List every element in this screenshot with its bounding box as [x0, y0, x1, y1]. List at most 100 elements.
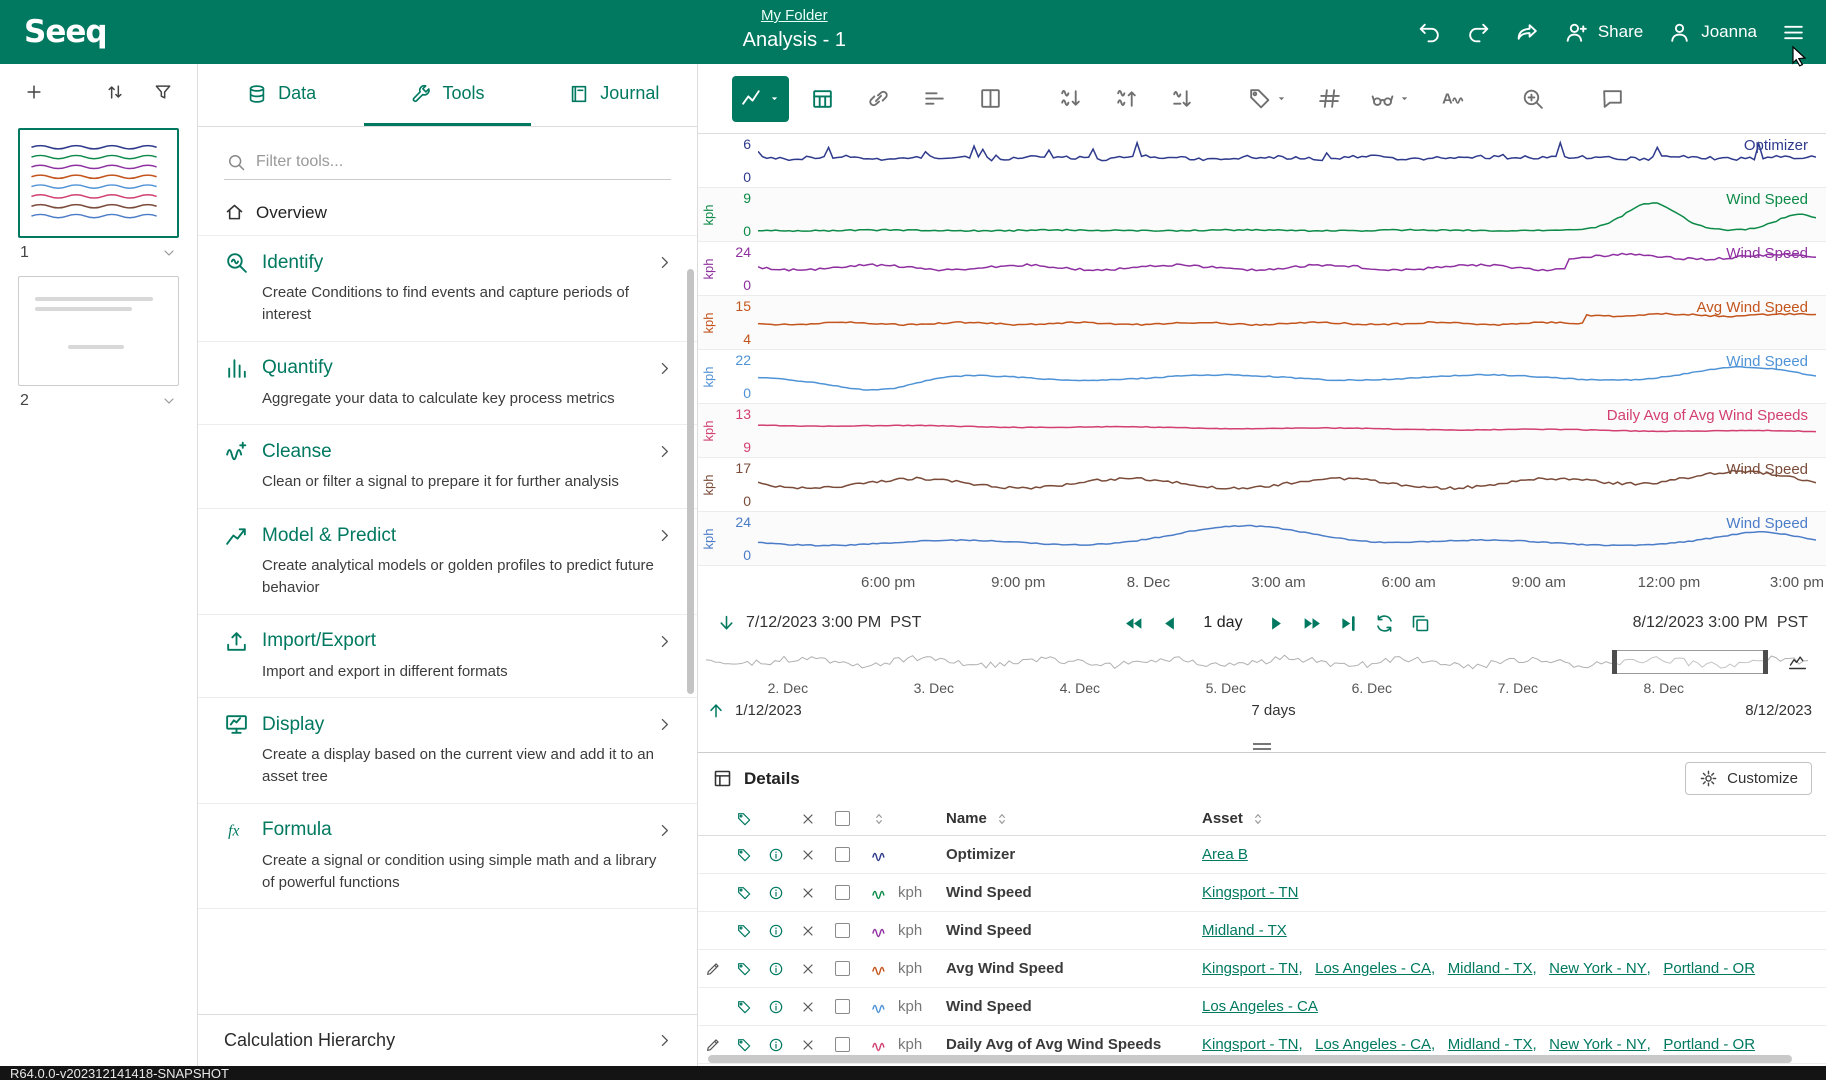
info-icon[interactable] [768, 885, 784, 901]
asset-link[interactable]: Midland - TX [1202, 922, 1287, 939]
skip-to-end-button[interactable] [1338, 613, 1359, 634]
pencil-icon[interactable] [705, 961, 721, 977]
user-menu[interactable]: Joanna [1667, 20, 1757, 45]
capsule-link-button[interactable] [855, 76, 901, 122]
chevron-down-icon[interactable] [161, 393, 177, 409]
tool-model-predict[interactable]: Model & PredictCreate analytical models … [198, 509, 697, 615]
selection-left-handle[interactable] [1612, 650, 1617, 674]
row-name[interactable]: Wind Speed [946, 998, 1202, 1015]
asset-column-header[interactable]: Asset [1202, 810, 1818, 827]
lane-plot[interactable]: Daily Avg of Avg Wind Speeds [758, 404, 1816, 457]
lane-y-axis[interactable]: kph240 [698, 512, 758, 565]
lane-label[interactable]: Avg Wind Speed [1697, 299, 1808, 316]
asset-link[interactable]: Kingsport - TN [1202, 884, 1298, 901]
details-row[interactable]: kphWind SpeedLos Angeles - CA [698, 988, 1826, 1026]
row-checkbox[interactable] [835, 923, 850, 938]
asset-link[interactable]: Portland - OR [1663, 960, 1755, 977]
row-checkbox[interactable] [835, 999, 850, 1014]
info-icon[interactable] [768, 847, 784, 863]
info-icon[interactable] [768, 961, 784, 977]
tool-import-export[interactable]: Import/ExportImport and export in differ… [198, 615, 697, 699]
tab-data[interactable]: Data [198, 64, 364, 126]
row-checkbox[interactable] [835, 1037, 850, 1052]
info-icon[interactable] [768, 1037, 784, 1053]
tool-identify[interactable]: IdentifyCreate Conditions to find events… [198, 236, 697, 342]
step-back-button[interactable] [1159, 613, 1180, 634]
undo-button[interactable] [1417, 20, 1442, 45]
row-checkbox[interactable] [835, 961, 850, 976]
add-worksheet-button[interactable] [24, 82, 44, 102]
overview-duration[interactable]: 7 days [1251, 702, 1295, 719]
filter-tools-input[interactable] [256, 153, 669, 171]
x-icon[interactable] [800, 999, 816, 1015]
lane-y-axis[interactable]: kph170 [698, 458, 758, 511]
row-name[interactable]: Wind Speed [946, 884, 1202, 901]
tag-icon[interactable] [736, 811, 752, 827]
lane-plot[interactable]: Wind Speed [758, 350, 1816, 403]
info-icon[interactable] [768, 999, 784, 1015]
trend-lane-8[interactable]: kph240 Wind Speed [698, 512, 1826, 566]
tab-journal[interactable]: Journal [531, 64, 697, 126]
overview-track[interactable] [706, 654, 1808, 670]
annotate-button[interactable]: A [1429, 76, 1475, 122]
tab-tools[interactable]: Tools [364, 64, 530, 126]
reorder-worksheets-button[interactable] [105, 82, 125, 102]
lane-y-axis[interactable]: kph240 [698, 242, 758, 295]
lane-y-axis[interactable]: kph139 [698, 404, 758, 457]
share-button[interactable]: Share [1564, 20, 1643, 45]
details-row[interactable]: kphWind Speed [698, 1064, 1826, 1066]
tool-cleanse[interactable]: CleanseClean or filter a signal to prepa… [198, 425, 697, 509]
panel-resize-handle[interactable] [698, 740, 1826, 752]
chevron-down-icon[interactable] [161, 245, 177, 261]
tag-icon[interactable] [736, 961, 752, 977]
range-duration[interactable]: 1 day [1203, 614, 1242, 632]
x-icon[interactable] [800, 811, 816, 827]
lane-plot[interactable]: Wind Speed [758, 512, 1816, 565]
row-name[interactable]: Wind Speed [946, 922, 1202, 939]
step-forward-button[interactable] [1266, 613, 1287, 634]
row-checkbox[interactable] [835, 885, 850, 900]
lane-label[interactable]: Optimizer [1744, 137, 1808, 154]
lane-plot[interactable]: Wind Speed [758, 188, 1816, 241]
tool-display[interactable]: DisplayCreate a display based on the cur… [198, 698, 697, 804]
tag-icon[interactable] [736, 847, 752, 863]
select-all-checkbox[interactable] [835, 811, 850, 826]
time-axis[interactable]: 6:00 pm9:00 pm8. Dec3:00 am6:00 am9:00 a… [758, 566, 1816, 600]
lane-y-axis[interactable]: kph220 [698, 350, 758, 403]
asset-link[interactable]: Los Angeles - CA [1202, 998, 1318, 1015]
asset-link[interactable]: Portland - OR [1663, 1036, 1755, 1053]
details-row[interactable]: OptimizerArea B [698, 836, 1826, 874]
rewind-button[interactable] [1123, 613, 1144, 634]
name-column-header[interactable]: Name [946, 810, 1202, 827]
tag-icon[interactable] [736, 923, 752, 939]
tool-formula[interactable]: fxFormulaCreate a signal or condition us… [198, 804, 697, 910]
overview-fit-icon[interactable] [1787, 651, 1808, 672]
x-icon[interactable] [800, 885, 816, 901]
lane-label[interactable]: Wind Speed [1726, 461, 1808, 478]
lane-plot[interactable]: Optimizer [758, 134, 1816, 187]
details-row[interactable]: kphAvg Wind SpeedKingsport - TN, Los Ang… [698, 950, 1826, 988]
trend-lane-3[interactable]: kph240Wind Speed [698, 242, 1826, 296]
labels-button[interactable] [1239, 76, 1296, 122]
refresh-button[interactable] [1374, 613, 1395, 634]
trend-lane-7[interactable]: kph170 Wind Speed [698, 458, 1826, 512]
overview-end-date[interactable]: 8/12/2023 [1745, 702, 1812, 719]
row-checkbox[interactable] [835, 847, 850, 862]
comment-button[interactable] [1589, 76, 1635, 122]
hide-signals-button[interactable] [1362, 76, 1419, 122]
copy-range-button[interactable] [1410, 613, 1431, 634]
bars-button[interactable] [911, 76, 957, 122]
lane-label[interactable]: Wind Speed [1726, 515, 1808, 532]
lane-down-button[interactable] [1047, 76, 1093, 122]
breadcrumb-my-folder[interactable]: My Folder [761, 7, 828, 24]
sort-icon[interactable] [871, 811, 887, 827]
range-end-date[interactable]: 8/12/2023 3:00 PM [1633, 614, 1768, 632]
asset-link[interactable]: Kingsport - TN [1202, 1036, 1298, 1053]
trend-lane-2[interactable]: kph90Wind Speed [698, 188, 1826, 242]
asset-link[interactable]: Midland - TX [1448, 1036, 1533, 1053]
lane-y-axis[interactable]: 60 [698, 134, 758, 187]
lane-plot[interactable]: Wind Speed [758, 242, 1816, 295]
lane-label[interactable]: Wind Speed [1726, 353, 1808, 370]
forward-share-button[interactable] [1515, 20, 1540, 45]
lane-y-axis[interactable]: kph154 [698, 296, 758, 349]
